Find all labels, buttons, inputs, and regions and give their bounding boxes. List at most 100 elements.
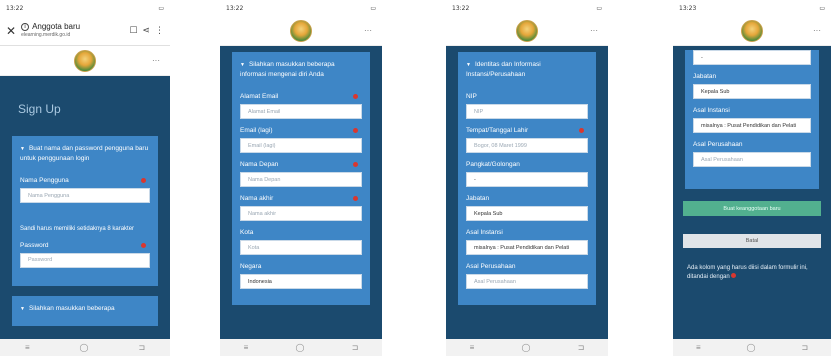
field-input[interactable]: Bogor, 08 Maret 1999 xyxy=(466,138,588,153)
phone-screen-institution-info: 13:22 ▭ ··· ▼ Identitas dan Informasi Ins… xyxy=(446,0,608,356)
password-input[interactable]: Password xyxy=(20,252,150,268)
battery-icon: ▭ xyxy=(596,4,602,12)
field-input[interactable]: Nama Depan xyxy=(240,172,362,187)
status-bar: 13:23 ▭ xyxy=(673,0,831,16)
field-input[interactable]: Nama akhir xyxy=(240,206,362,221)
institution-section: ▼ Identitas dan Informasi Instansi/Perusa… xyxy=(458,52,596,305)
menu-icon[interactable]: ≡ xyxy=(25,343,30,352)
username-label: Nama Pengguna xyxy=(20,177,150,184)
section-header[interactable]: ▼ Silahkan masukkan beberapa informasi me… xyxy=(240,58,362,85)
home-icon[interactable]: ◯ xyxy=(296,343,305,352)
chevron-down-icon: ▼ xyxy=(20,146,25,152)
menu-dots-icon[interactable]: ··· xyxy=(590,26,598,35)
field-input[interactable]: Email (lagi) xyxy=(240,138,362,153)
status-bar: 13:22 ▭ xyxy=(446,0,608,16)
field-input[interactable]: misalnya : Pusat Pendidikan dan Pelati xyxy=(693,118,811,133)
create-account-button[interactable]: Buat keanggotaan baru xyxy=(683,201,821,216)
menu-dots-icon[interactable]: ··· xyxy=(813,26,821,35)
required-icon xyxy=(579,128,584,133)
back-icon[interactable]: ⊐ xyxy=(138,343,145,352)
field-input[interactable]: Asal Perusahaan xyxy=(693,152,811,167)
chevron-down-icon: ▼ xyxy=(466,62,471,68)
field-label: Nama Depan xyxy=(240,161,362,168)
field-label: Asal Perusahaan xyxy=(466,263,516,270)
battery-icon: ▭ xyxy=(819,4,825,12)
status-time: 13:22 xyxy=(226,4,244,12)
cancel-button[interactable]: Batal xyxy=(683,234,821,248)
menu-icon[interactable]: ≡ xyxy=(470,343,475,352)
menu-dots-icon[interactable]: ··· xyxy=(152,56,160,65)
field-label: Jabatan xyxy=(693,73,717,80)
chevron-down-icon: ▼ xyxy=(20,305,25,312)
field-label: Asal Instansi xyxy=(693,107,730,114)
field-input[interactable]: misalnya : Pusat Pendidikan dan Pelati xyxy=(466,240,588,255)
android-nav-bar: ≡ ◯ ⊐ xyxy=(220,339,382,356)
field-input[interactable]: Asal Perusahaan xyxy=(466,274,588,289)
menu-icon[interactable]: ≡ xyxy=(696,343,701,352)
menu-icon[interactable]: ≡ xyxy=(244,343,249,352)
rank-input[interactable]: - xyxy=(693,50,811,65)
logo xyxy=(741,19,763,42)
android-nav-bar: ≡ ◯ ⊐ xyxy=(446,339,608,356)
field-label: Asal Perusahaan xyxy=(693,141,743,148)
field-input[interactable]: - xyxy=(466,172,588,187)
phone-screen-submit: 13:23 ▭ ··· - Jabatan Kepala Sub Asal Inst… xyxy=(673,0,831,356)
back-icon[interactable]: ⊐ xyxy=(352,343,359,352)
institution-section: - Jabatan Kepala Sub Asal Instansi misalnya… xyxy=(685,50,819,189)
site-header: ··· xyxy=(220,16,382,46)
status-bar: 13:22 ▭ xyxy=(0,0,170,16)
info-icon: i xyxy=(21,22,30,31)
required-icon xyxy=(141,242,146,248)
field-input[interactable]: Alamat Email xyxy=(240,104,362,119)
android-nav-bar: ≡ ◯ ⊐ xyxy=(0,339,170,356)
section-header[interactable]: ▼ Buat nama dan password pengguna baru un… xyxy=(20,142,150,169)
password-note: Sandi harus memiliki setidaknya 8 karakt… xyxy=(20,226,135,232)
field-label: Email (lagi) xyxy=(240,127,362,134)
logo xyxy=(290,19,312,42)
section-header[interactable]: ▼ Identitas dan Informasi Instansi/Perusa… xyxy=(466,58,588,85)
field-label: Nama akhir xyxy=(240,195,362,202)
site-header: ··· xyxy=(0,46,170,76)
field-input[interactable]: Indonesia xyxy=(240,274,362,289)
field-label: Pangkat/Golongan xyxy=(466,161,520,168)
login-section: ▼ Buat nama dan password pengguna baru un… xyxy=(12,136,158,286)
field-label: Alamat Email xyxy=(240,93,362,100)
bookmark-icon[interactable]: ☐ xyxy=(129,25,137,36)
site-header: ··· xyxy=(673,16,831,46)
home-icon[interactable]: ◯ xyxy=(747,343,756,352)
page-title: Sign Up xyxy=(18,102,61,116)
field-input[interactable]: Kepala Sub xyxy=(693,84,811,99)
status-time: 13:22 xyxy=(452,4,470,12)
battery-icon: ▭ xyxy=(370,4,376,12)
field-input[interactable]: Kota xyxy=(240,240,362,255)
home-icon[interactable]: ◯ xyxy=(522,343,531,352)
field-label: NIP xyxy=(466,93,477,100)
close-icon[interactable]: ✕ xyxy=(6,24,16,38)
home-icon[interactable]: ◯ xyxy=(80,343,89,352)
more-icon[interactable]: ⋮ xyxy=(155,25,164,36)
browser-title: Anggota baru xyxy=(32,22,81,32)
back-icon[interactable]: ⊐ xyxy=(801,343,808,352)
browser-bar: ✕ i Anggota baru elearning.merdik.go.id ☐… xyxy=(0,16,170,46)
field-label: Tempat/Tanggal Lahir xyxy=(466,127,588,134)
field-label: Negara xyxy=(240,263,262,270)
back-icon[interactable]: ⊐ xyxy=(578,343,585,352)
section-header[interactable]: ▼ Silahkan masukkan beberapa xyxy=(20,302,150,320)
personal-section: ▼ Silahkan masukkan beberapa informasi me… xyxy=(232,52,370,305)
field-input[interactable]: NIP xyxy=(466,104,588,119)
personal-section: ▼ Silahkan masukkan beberapa xyxy=(12,295,158,326)
android-nav-bar: ≡ ◯ ⊐ xyxy=(673,339,831,356)
browser-url: elearning.merdik.go.id xyxy=(21,32,71,39)
chevron-down-icon: ▼ xyxy=(240,62,245,68)
required-icon xyxy=(141,178,146,183)
phone-screen-signup: 13:22 ▭ ✕ i Anggota baru elearning.merdik… xyxy=(0,0,170,356)
share-icon[interactable]: ⋖ xyxy=(142,25,150,36)
field-input[interactable]: Kepala Sub xyxy=(466,206,588,221)
menu-dots-icon[interactable]: ··· xyxy=(364,26,372,35)
required-footnote: Ada kolom yang harus diisi dalam formuli… xyxy=(687,265,808,280)
username-input[interactable]: Nama Pengguna xyxy=(20,188,150,203)
url-box[interactable]: i Anggota baru elearning.merdik.go.id xyxy=(21,23,124,38)
password-label: Password xyxy=(20,242,150,249)
status-time: 13:23 xyxy=(679,4,697,12)
required-icon xyxy=(353,162,358,167)
